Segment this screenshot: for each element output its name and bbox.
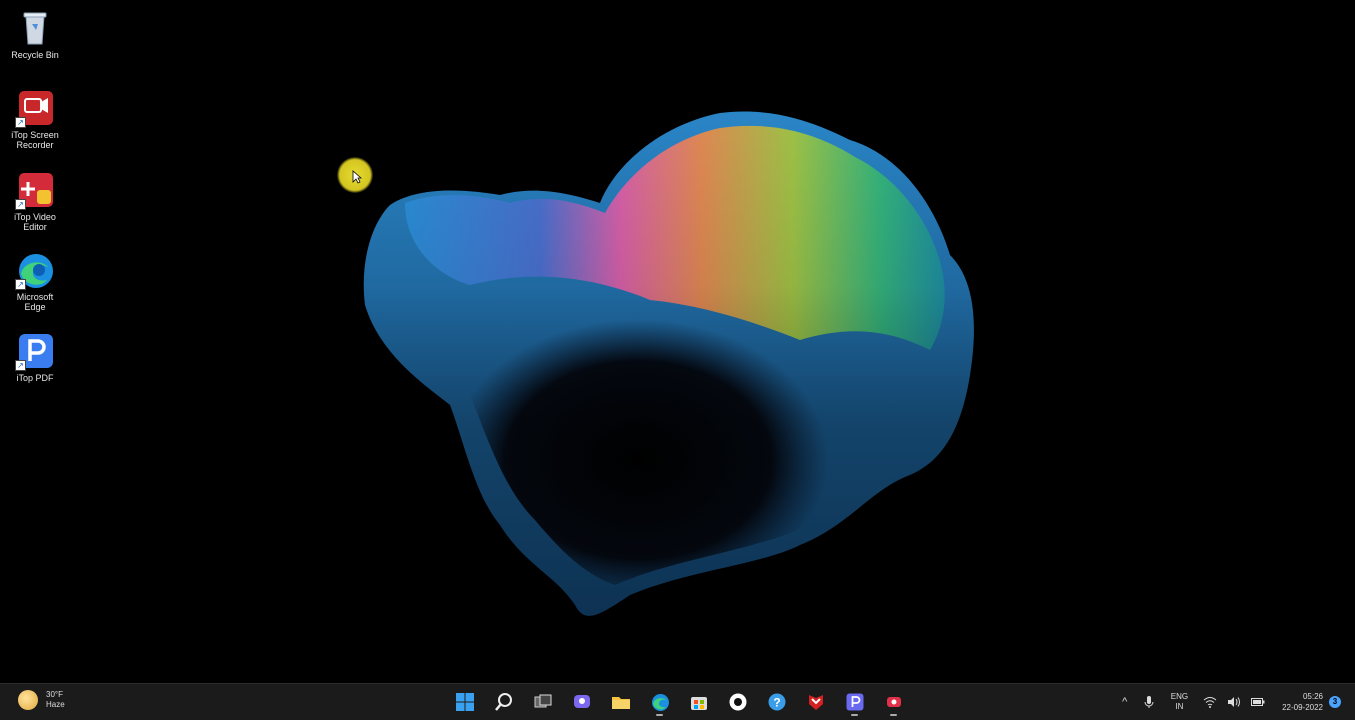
start-icon [455,693,474,711]
screen-recorder-icon: ↗ [15,88,55,128]
region-code: IN [1175,702,1184,711]
store-icon [690,697,707,710]
desktop[interactable]: Recycle Bin ↗ iTop Screen Recorder ↗ iTo… [0,0,1355,683]
shortcut-arrow-icon: ↗ [15,360,26,371]
taskbar: 30°F Haze ? ^ ENG IN 05:26 22-09-2022 3 [0,683,1355,720]
mouse-pointer-icon [352,170,362,184]
clock-date: 22-09-2022 [1282,703,1323,712]
system-tray: ^ ENG IN 05:26 22-09-2022 3 [1113,684,1355,720]
weather-condition: Haze [46,700,65,709]
desktop-icon-label: iTop PDF [16,373,54,383]
weather-haze-icon [18,690,38,710]
antivirus-button[interactable] [801,688,830,716]
chevron-up-icon[interactable]: ^ [1116,693,1134,711]
desktop-icon-label: iTop Video Editor [14,212,56,232]
desktop-icon-microsoft-edge[interactable]: ↗ Microsoft Edge [4,250,66,312]
microphone-icon[interactable] [1140,693,1158,711]
help-button[interactable]: ? [762,688,791,716]
desktop-icon-itop-pdf[interactable]: ↗ iTop PDF [4,331,66,383]
shortcut-arrow-icon: ↗ [15,279,26,290]
edge-icon: ↗ [15,250,55,290]
task-view-button[interactable] [528,688,557,716]
clock-time: 05:26 [1302,692,1323,701]
antivirus-icon [808,695,823,710]
desktop-icon-label: Microsoft Edge [16,292,54,312]
notification-badge-icon[interactable]: 3 [1329,696,1341,708]
desktop-icon-recycle-bin[interactable]: Recycle Bin [4,8,66,60]
shortcut-arrow-icon: ↗ [15,117,26,128]
recycle-bin-icon [15,8,55,48]
wallpaper-bloom-image [330,95,1000,640]
start-button[interactable] [450,688,479,716]
task-view-icon [534,694,551,708]
recorder-app-button[interactable] [879,688,908,716]
weather-widget[interactable]: 30°F Haze [18,690,65,710]
media-icon [729,693,746,711]
edge-button[interactable] [645,688,674,716]
chat-button[interactable] [567,688,596,716]
file-explorer-icon [611,697,630,709]
media-app-button[interactable] [723,688,752,716]
pdf-app-button[interactable] [840,688,869,716]
edge-icon [651,694,669,711]
pdf-icon [846,693,863,711]
taskbar-apps: ? [450,688,908,716]
weather-temperature: 30°F [46,690,63,699]
desktop-icon-label: Recycle Bin [11,50,59,60]
search-icon [494,693,512,711]
language-indicator[interactable]: ENG IN [1171,692,1188,712]
shortcut-arrow-icon: ↗ [15,199,26,210]
file-explorer-button[interactable] [606,688,635,716]
battery-icon[interactable] [1249,693,1267,711]
video-editor-icon: ↗ [15,170,55,210]
chat-icon [573,695,590,708]
help-icon: ? [768,693,785,711]
store-button[interactable] [684,688,713,716]
clock[interactable]: 05:26 22-09-2022 [1282,691,1323,713]
svg-text:?: ? [773,696,780,710]
recorder-icon [886,697,901,707]
desktop-icon-label: iTop Screen Recorder [11,130,59,150]
desktop-icon-itop-video-editor[interactable]: ↗ iTop Video Editor [4,170,66,232]
search-button[interactable] [489,688,518,716]
volume-icon[interactable] [1225,693,1243,711]
desktop-icon-itop-screen-recorder[interactable]: ↗ iTop Screen Recorder [4,88,66,150]
language-code: ENG [1170,692,1189,701]
wifi-icon[interactable] [1201,693,1219,711]
pdf-icon: ↗ [15,331,55,371]
